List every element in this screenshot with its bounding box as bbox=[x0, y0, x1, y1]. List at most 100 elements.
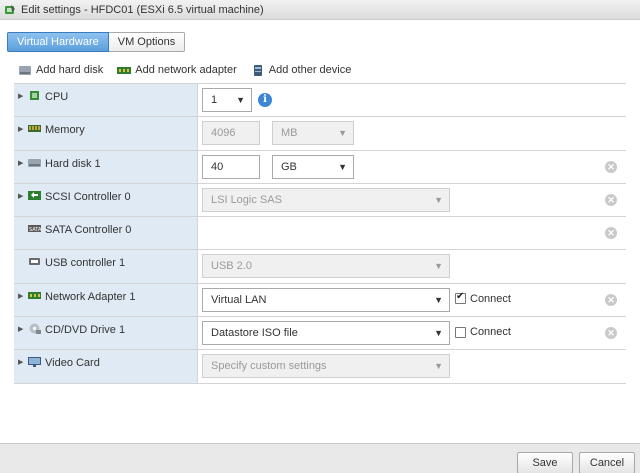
hard-disk-size-input[interactable]: 40 bbox=[202, 154, 260, 179]
checkbox-checked-icon[interactable] bbox=[455, 291, 466, 305]
cd-dvd-icon bbox=[28, 323, 41, 335]
add-network-adapter-button[interactable]: Add network adapter bbox=[117, 64, 237, 76]
usb-version-select[interactable]: USB 2.0 ▼ bbox=[202, 254, 450, 279]
expand-arrow-icon[interactable]: ▶ bbox=[18, 325, 26, 333]
add-hard-disk-button[interactable]: Add hard disk bbox=[18, 64, 103, 76]
remove-device-icon[interactable]: ✕ bbox=[605, 327, 617, 340]
dialog-footer: Save Cancel bbox=[0, 443, 640, 473]
cddvd-source-value: Datastore ISO file bbox=[211, 327, 298, 340]
memory-unit-value: MB bbox=[281, 127, 298, 140]
hard-disk-size-value: 40 bbox=[211, 160, 224, 173]
add-network-adapter-label: Add network adapter bbox=[135, 64, 237, 76]
scsi-type-select[interactable]: LSI Logic SAS ▼ bbox=[202, 187, 450, 212]
device-row-hard-disk: ▶ Hard disk 1 40 GB ▼ ✕ bbox=[14, 150, 626, 184]
hardware-list: ▶ CPU 1 ▼ i ▶ Memory 4096 MB ▼ ▶ Hard di… bbox=[14, 83, 626, 384]
device-row-cpu-header[interactable]: ▶ CPU bbox=[14, 84, 198, 117]
video-settings-select[interactable]: Specify custom settings ▼ bbox=[202, 354, 450, 379]
scsi-label: SCSI Controller 0 bbox=[45, 190, 131, 203]
device-row-network-header[interactable]: ▶ Network Adapter 1 bbox=[14, 283, 198, 317]
network-connect-label: Connect bbox=[470, 292, 511, 305]
network-label: Network Adapter 1 bbox=[45, 290, 136, 303]
cpu-count-value: 1 bbox=[211, 94, 218, 106]
usb-icon bbox=[28, 256, 41, 267]
memory-size-input[interactable]: 4096 bbox=[202, 121, 260, 146]
network-icon bbox=[28, 290, 41, 301]
hard-disk-icon bbox=[18, 65, 32, 76]
title-bar: Edit settings - HFDC01 (ESXi 6.5 virtual… bbox=[0, 0, 640, 20]
hard-disk-label: Hard disk 1 bbox=[45, 157, 101, 170]
expand-arrow-icon[interactable]: ▶ bbox=[18, 358, 26, 366]
tab-virtual-hardware[interactable]: Virtual Hardware bbox=[7, 32, 109, 52]
scsi-icon bbox=[28, 190, 41, 201]
chevron-down-icon: ▼ bbox=[434, 328, 443, 339]
add-other-device-button[interactable]: Add other device bbox=[251, 64, 352, 76]
device-row-sata-header: ▶ SATA SATA Controller 0 bbox=[14, 217, 198, 250]
chevron-down-icon: ▼ bbox=[338, 161, 347, 172]
other-device-icon bbox=[251, 64, 265, 76]
save-button[interactable]: Save bbox=[517, 452, 573, 473]
network-connect-checkbox[interactable]: Connect bbox=[455, 291, 511, 305]
add-other-device-label: Add other device bbox=[268, 64, 352, 76]
device-row-memory: ▶ Memory 4096 MB ▼ bbox=[14, 117, 626, 151]
remove-device-icon[interactable]: ✕ bbox=[605, 193, 617, 206]
device-row-cddvd-header[interactable]: ▶ CD/DVD Drive 1 bbox=[14, 317, 198, 350]
add-hard-disk-label: Add hard disk bbox=[36, 64, 104, 76]
hard-disk-unit-value: GB bbox=[281, 160, 297, 173]
expand-arrow-icon[interactable]: ▶ bbox=[18, 92, 26, 100]
chevron-down-icon: ▼ bbox=[434, 261, 443, 272]
hard-disk-unit-select[interactable]: GB ▼ bbox=[272, 154, 354, 179]
svg-text:SATA: SATA bbox=[29, 227, 41, 233]
tab-vm-options[interactable]: VM Options bbox=[108, 32, 186, 52]
cpu-label: CPU bbox=[45, 91, 69, 103]
usb-label: USB controller 1 bbox=[45, 257, 126, 270]
network-select[interactable]: Virtual LAN ▼ bbox=[202, 287, 450, 312]
network-adapter-icon bbox=[117, 65, 132, 76]
sata-label: SATA Controller 0 bbox=[45, 224, 132, 237]
device-row-usb: ▶ USB controller 1 USB 2.0 ▼ bbox=[14, 250, 626, 284]
expand-arrow-icon[interactable]: ▶ bbox=[18, 192, 26, 200]
device-row-video-header[interactable]: ▶ Video Card bbox=[14, 350, 198, 383]
chevron-down-icon: ▼ bbox=[434, 361, 443, 372]
chevron-down-icon: ▼ bbox=[338, 128, 347, 139]
toolbar: Add hard disk Add network adapter Add ot… bbox=[18, 64, 365, 76]
video-label: Video Card bbox=[45, 357, 100, 370]
cddvd-connect-checkbox[interactable]: Connect bbox=[455, 326, 511, 338]
device-row-scsi-header[interactable]: ▶ SCSI Controller 0 bbox=[14, 183, 198, 217]
device-row-memory-header[interactable]: ▶ Memory bbox=[14, 117, 198, 150]
device-row-network: ▶ Network Adapter 1 Virtual LAN ▼ Connec… bbox=[14, 283, 626, 318]
video-settings-value: Specify custom settings bbox=[211, 360, 327, 373]
device-row-cddvd: ▶ CD/DVD Drive 1 Datastore ISO file ▼ Co… bbox=[14, 317, 626, 351]
device-row-scsi: ▶ SCSI Controller 0 LSI Logic SAS ▼ ✕ bbox=[14, 183, 626, 218]
device-row-hard-disk-header[interactable]: ▶ Hard disk 1 bbox=[14, 150, 198, 183]
device-row-video: ▶ Video Card Specify custom settings ▼ bbox=[14, 350, 626, 384]
expand-arrow-icon[interactable]: ▶ bbox=[18, 125, 26, 133]
remove-device-icon[interactable]: ✕ bbox=[605, 293, 617, 306]
memory-label: Memory bbox=[45, 124, 85, 137]
sata-icon: SATA bbox=[28, 223, 42, 234]
chevron-down-icon: ▼ bbox=[434, 194, 443, 205]
info-icon[interactable]: i bbox=[258, 93, 272, 107]
remove-device-icon[interactable]: ✕ bbox=[605, 227, 617, 240]
chevron-down-icon: ▼ bbox=[236, 95, 245, 105]
cancel-button[interactable]: Cancel bbox=[579, 452, 635, 473]
cpu-count-select[interactable]: 1 ▼ bbox=[202, 88, 252, 112]
tab-bar: Virtual Hardware VM Options bbox=[7, 32, 186, 52]
video-card-icon bbox=[28, 356, 41, 368]
expand-arrow-icon[interactable]: ▶ bbox=[18, 292, 26, 300]
hard-disk-icon bbox=[28, 157, 41, 168]
usb-version-value: USB 2.0 bbox=[211, 260, 252, 273]
device-row-sata: ▶ SATA SATA Controller 0 ✕ bbox=[14, 217, 626, 251]
checkbox-unchecked-icon[interactable] bbox=[455, 326, 466, 338]
remove-device-icon[interactable]: ✕ bbox=[605, 160, 617, 173]
chevron-down-icon: ▼ bbox=[434, 294, 443, 305]
memory-unit-select[interactable]: MB ▼ bbox=[272, 121, 354, 146]
cddvd-connect-label: Connect bbox=[470, 326, 511, 339]
cddvd-source-select[interactable]: Datastore ISO file ▼ bbox=[202, 321, 450, 346]
cpu-icon bbox=[28, 90, 41, 101]
device-row-usb-header: ▶ USB controller 1 bbox=[14, 250, 198, 283]
memory-icon bbox=[28, 123, 41, 134]
vm-edit-icon bbox=[4, 4, 16, 16]
expand-arrow-icon[interactable]: ▶ bbox=[18, 159, 26, 167]
memory-size-value: 4096 bbox=[211, 127, 236, 140]
scsi-type-value: LSI Logic SAS bbox=[211, 193, 282, 206]
